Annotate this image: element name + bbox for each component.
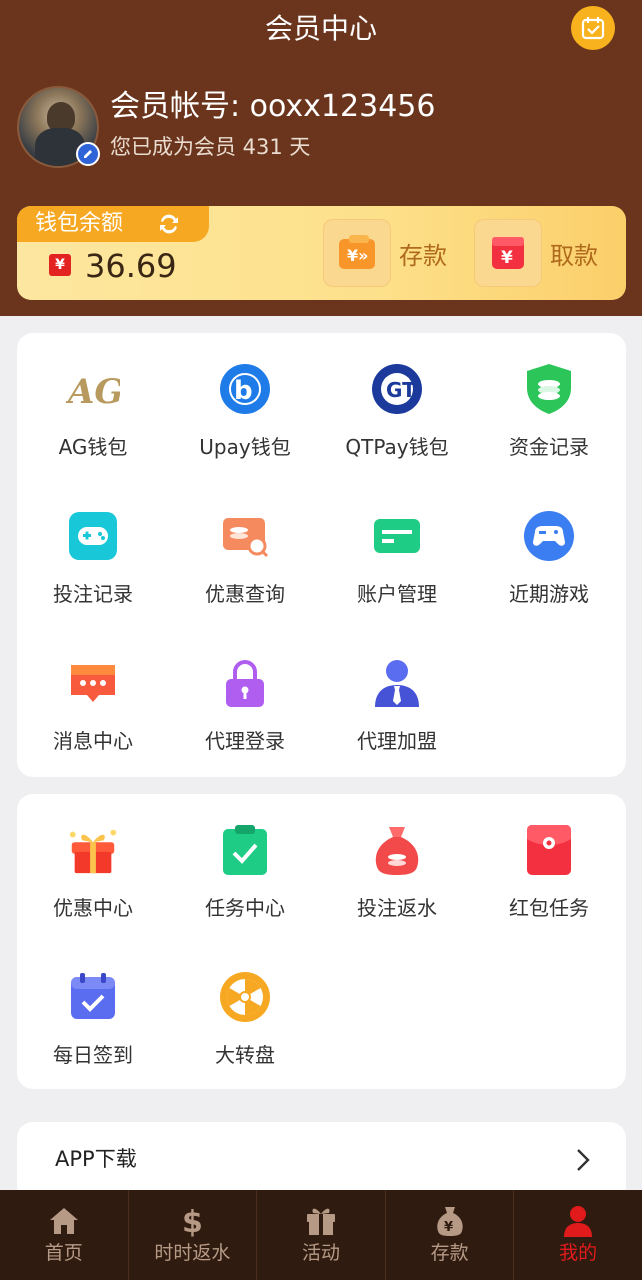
menu-item-recent-games[interactable]: 近期游戏 (473, 508, 625, 608)
menu-item-red-envelope-task[interactable]: 红包任务 (473, 822, 625, 922)
deposit-icon: ¥» (323, 219, 391, 287)
menu-item-ag-wallet[interactable]: AG AG钱包 (17, 361, 169, 461)
tab-rebate[interactable]: $ 时时返水 (129, 1190, 258, 1280)
svg-text:¥: ¥ (501, 248, 513, 268)
withdraw-icon: ¥ (474, 219, 542, 287)
menu-item-upay-wallet[interactable]: b Upay钱包 (169, 361, 321, 461)
svg-text:GT: GT (386, 378, 416, 402)
menu-item-account-management[interactable]: 账户管理 (321, 508, 473, 608)
svg-text:AG: AG (66, 372, 120, 411)
menu-item-daily-signin[interactable]: 每日签到 (17, 969, 169, 1069)
ag-logo-icon: AG (65, 361, 121, 417)
tab-activity[interactable]: 活动 (257, 1190, 386, 1280)
menu-item-promo-center[interactable]: 优惠中心 (17, 822, 169, 922)
message-icon (65, 655, 121, 711)
controller-icon (521, 508, 577, 564)
member-days: 您已成为会员 431 天 (110, 135, 311, 159)
svg-text:¥»: ¥» (347, 246, 368, 265)
wheel-icon (217, 969, 273, 1025)
deposit-button[interactable]: ¥» 存款 (323, 218, 447, 288)
gift-icon (306, 1208, 335, 1235)
menu-item-qtpay-wallet[interactable]: GT QTPay钱包 (321, 361, 473, 461)
menu-item-bet-records[interactable]: 投注记录 (17, 508, 169, 608)
bottom-tab-bar: 首页 $ 时时返水 活动 ¥ 存款 我的 (0, 1190, 642, 1280)
wallet-balance-label: 钱包余额 (17, 206, 209, 242)
menu-item-agent-login[interactable]: 代理登录 (169, 655, 321, 755)
menu-item-task-center[interactable]: 任务中心 (169, 822, 321, 922)
gamepad-icon (65, 508, 121, 564)
shield-coins-icon (521, 361, 577, 417)
chevron-right-icon (577, 1149, 590, 1171)
card-icon (369, 508, 425, 564)
svg-text:¥: ¥ (444, 1220, 453, 1235)
withdraw-button[interactable]: ¥ 取款 (474, 218, 598, 288)
calendar-check-icon (581, 17, 605, 40)
menu-item-fund-records[interactable]: 资金记录 (473, 361, 625, 461)
coupon-search-icon (217, 508, 273, 564)
menu-item-message-center[interactable]: 消息中心 (17, 655, 169, 755)
clipboard-check-icon (217, 822, 273, 878)
qtpay-logo-icon: GT (369, 361, 425, 417)
dollar-icon: $ (182, 1205, 203, 1237)
menu-item-agent-join[interactable]: 代理加盟 (321, 655, 473, 755)
user-icon (564, 1206, 593, 1237)
menu-item-lucky-wheel[interactable]: 大转盘 (169, 969, 321, 1069)
menu-item-bet-rebate[interactable]: 投注返水 (321, 822, 473, 922)
yen-icon: ¥ (49, 254, 71, 276)
app-download-label: APP下载 (55, 1147, 137, 1171)
red-envelope-icon (521, 822, 577, 878)
promo-menu-card: 优惠中心 任务中心 投注返水 红包任务 每日签到 大转盘 (17, 794, 626, 1089)
member-header: 会员中心 会员帐号: ooxx123456 您已成为会员 431 天 钱包余额 … (0, 0, 642, 316)
lock-icon (217, 655, 273, 711)
svg-text:$: $ (182, 1205, 203, 1237)
tab-mine[interactable]: 我的 (514, 1190, 642, 1280)
upay-logo-icon: b (217, 361, 273, 417)
edit-avatar-icon[interactable] (76, 142, 100, 166)
sign-in-calendar-button[interactable] (571, 6, 615, 50)
page-title: 会员中心 (264, 12, 377, 45)
gift-box-icon (65, 822, 121, 878)
agent-person-icon (369, 655, 425, 711)
wallet-card: 钱包余额 ¥ 36.69 ¥» 存款 ¥ 取款 (17, 206, 626, 300)
money-bag-icon (369, 822, 425, 878)
menu-item-promo-query[interactable]: 优惠查询 (169, 508, 321, 608)
home-icon (49, 1208, 78, 1234)
tab-deposit[interactable]: ¥ 存款 (386, 1190, 515, 1280)
wallet-menu-card: AG AG钱包 b Upay钱包 GT QTPay钱包 资金记录 投注记录 优惠… (17, 333, 626, 777)
wallet-balance: 36.69 (85, 247, 177, 285)
tab-home[interactable]: 首页 (0, 1190, 129, 1280)
refresh-icon[interactable] (157, 212, 181, 236)
account-name: 会员帐号: ooxx123456 (110, 89, 436, 124)
calendar-check-icon (65, 969, 121, 1025)
yen-bag-icon: ¥ (436, 1207, 463, 1236)
